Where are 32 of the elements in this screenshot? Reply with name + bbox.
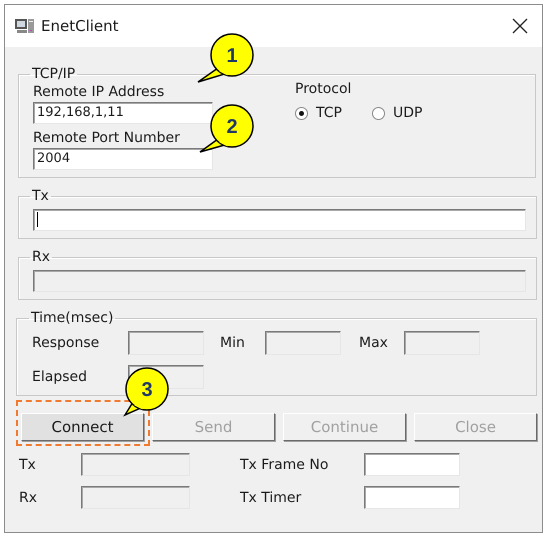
field-label: Tx: [19, 456, 37, 472]
group-title: TCP/IP: [31, 66, 76, 82]
group-title: Time(msec): [30, 310, 114, 326]
close-icon[interactable]: [512, 18, 528, 34]
window-title: EnetClient: [41, 17, 120, 35]
callout-number: 1: [226, 45, 238, 67]
callout-bubble: [197, 33, 254, 83]
input-field[interactable]: 2004: [33, 148, 213, 170]
field-label: Elapsed: [32, 369, 88, 385]
callout-number: 3: [141, 379, 153, 401]
field-label: Rx: [19, 490, 38, 506]
field-label: Response: [32, 335, 100, 351]
group-title: Rx: [31, 249, 52, 265]
text-field[interactable]: [33, 209, 526, 231]
callout-number: 2: [226, 116, 238, 138]
field-label: Tx Timer: [240, 490, 302, 506]
callout-bubble: [199, 104, 254, 153]
field-label: Remote IP Address: [33, 84, 166, 100]
field-label: Max: [359, 335, 389, 351]
callout-bubble: [123, 367, 169, 417]
computer-icon: [15, 18, 35, 34]
field-label: Min: [220, 335, 246, 351]
input-field[interactable]: [364, 453, 460, 476]
push-button[interactable]: Connect: [21, 413, 144, 441]
field-label: Protocol: [295, 81, 352, 97]
input-field[interactable]: 192,168,1,11: [33, 102, 213, 124]
field-label: Remote Port Number: [33, 130, 181, 146]
group-title: Tx: [31, 188, 50, 204]
radio-button[interactable]: UDP: [372, 105, 422, 121]
field-label: Tx Frame No: [240, 456, 330, 472]
input-field[interactable]: [364, 486, 460, 509]
radio-button[interactable]: TCP: [295, 105, 342, 121]
